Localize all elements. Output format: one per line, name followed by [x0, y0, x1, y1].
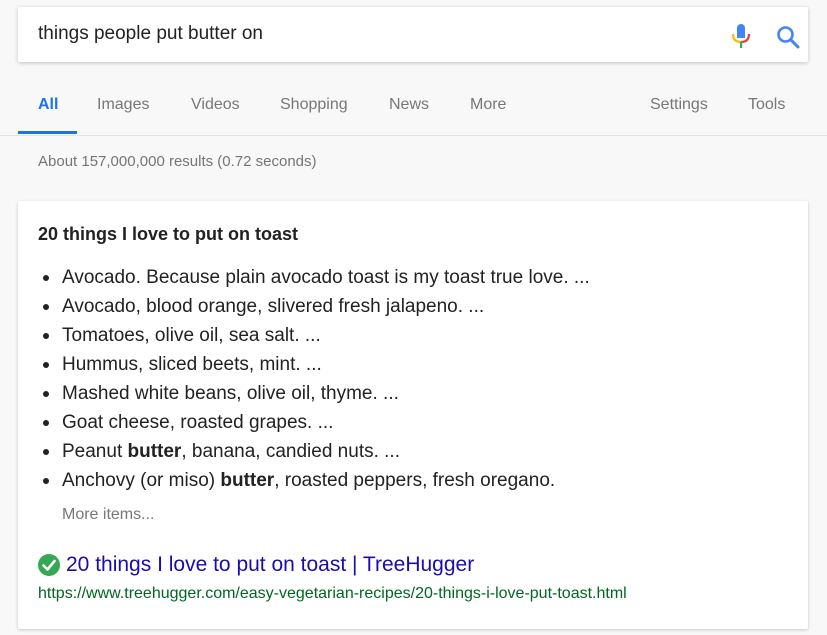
microphone-icon[interactable]	[730, 23, 752, 49]
result-title-link[interactable]: 20 things I love to put on toast | TreeH…	[66, 553, 474, 577]
snippet-title: 20 things I love to put on toast	[38, 224, 299, 244]
list-item: Hummus, sliced beets, mint. ...	[38, 350, 590, 379]
tab-settings[interactable]: Settings	[650, 96, 708, 114]
search-icon[interactable]	[776, 25, 800, 49]
tab-more[interactable]: More	[470, 96, 506, 114]
check-circle-icon	[38, 554, 60, 576]
list-item: Avocado, blood orange, slivered fresh ja…	[38, 292, 590, 321]
tab-tools[interactable]: Tools	[748, 96, 785, 114]
list-item: Anchovy (or miso) butter, roasted pepper…	[38, 466, 590, 495]
more-items-link[interactable]: More items...	[62, 506, 154, 524]
result-url: https://www.treehugger.com/easy-vegetari…	[38, 585, 627, 602]
search-box[interactable]: things people put butter on	[18, 7, 808, 62]
list-item: Peanut butter, banana, candied nuts. ...	[38, 437, 590, 466]
list-item: Avocado. Because plain avocado toast is …	[38, 263, 590, 292]
search-input[interactable]: things people put butter on	[38, 23, 263, 45]
result-stats: About 157,000,000 results (0.72 seconds)	[38, 153, 317, 170]
tab-news[interactable]: News	[389, 96, 429, 114]
tab-all[interactable]: All	[38, 96, 58, 114]
snippet-list: Avocado. Because plain avocado toast is …	[38, 263, 590, 495]
tab-videos[interactable]: Videos	[191, 96, 240, 114]
featured-snippet: 20 things I love to put on toast Avocado…	[18, 201, 808, 629]
search-tabs: All Images Videos Shopping News More Set…	[0, 72, 827, 136]
tab-images[interactable]: Images	[97, 96, 149, 114]
list-item: Tomatoes, olive oil, sea salt. ...	[38, 321, 590, 350]
list-item: Mashed white beans, olive oil, thyme. ..…	[38, 379, 590, 408]
tab-shopping[interactable]: Shopping	[280, 96, 348, 114]
active-tab-indicator	[18, 131, 77, 134]
list-item: Goat cheese, roasted grapes. ...	[38, 408, 590, 437]
